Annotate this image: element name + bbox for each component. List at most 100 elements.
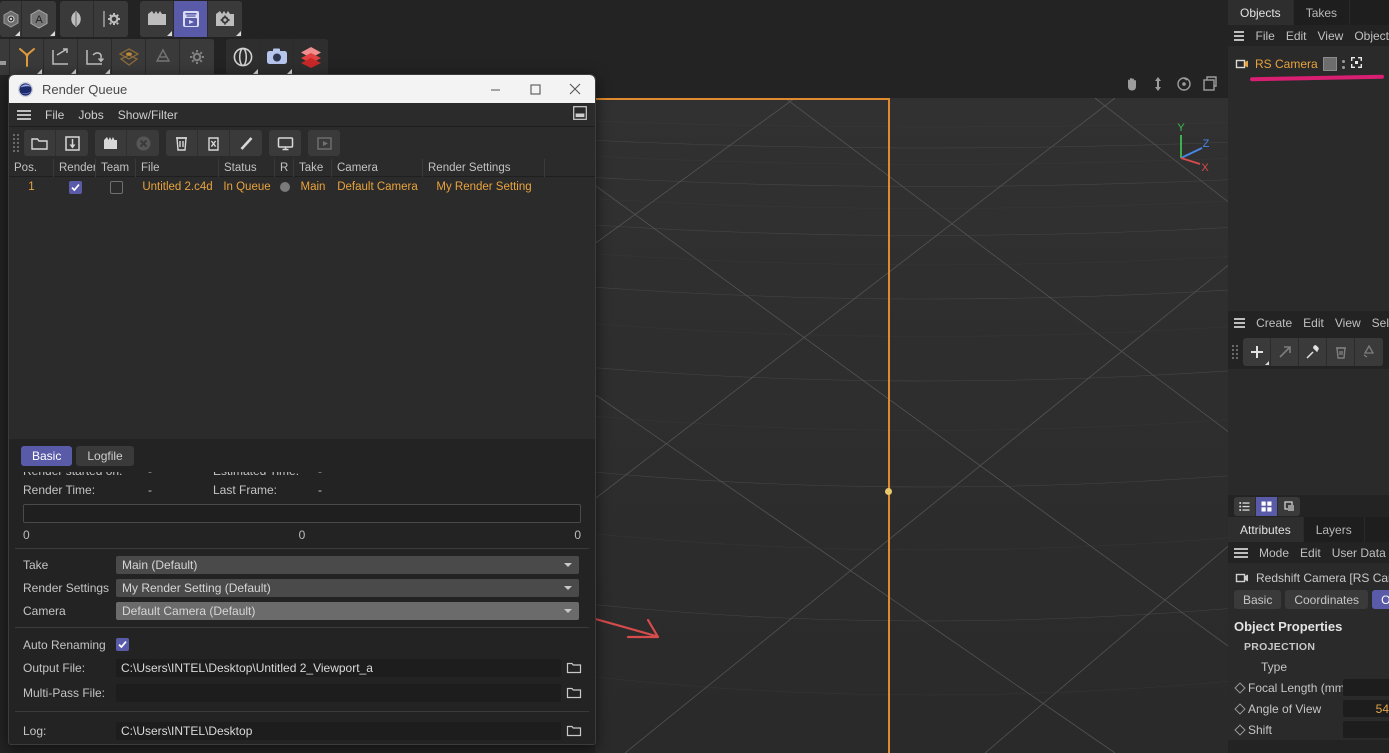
- dock-panel-icon[interactable]: [573, 106, 587, 123]
- camera-dropdown[interactable]: Default Camera (Default): [116, 601, 579, 620]
- apply-arrow-icon[interactable]: [1271, 338, 1299, 366]
- add-material-icon[interactable]: [1243, 338, 1271, 366]
- attr-tab-object[interactable]: Obj: [1372, 590, 1389, 609]
- output-file-browse-folder-icon[interactable]: [565, 659, 583, 677]
- menu-item-user-data[interactable]: User Data: [1332, 546, 1386, 560]
- column-header-pos[interactable]: Pos.: [9, 159, 54, 177]
- menu-item-edit[interactable]: Edit: [1300, 546, 1321, 560]
- axis-icon[interactable]: [10, 39, 44, 75]
- auto-renaming-checkbox[interactable]: [116, 638, 129, 651]
- card-view-icon[interactable]: [1278, 497, 1300, 516]
- menu-item-show-filter[interactable]: Show/Filter: [118, 108, 178, 122]
- redshift-icon[interactable]: [294, 39, 328, 75]
- menu-item-edit[interactable]: Edit: [1303, 316, 1324, 330]
- output-file-input[interactable]: C:\Users\INTEL\Desktop\Untitled 2_Viewpo…: [116, 658, 561, 677]
- property-value-angle-of-view[interactable]: 54.4: [1343, 700, 1389, 717]
- column-header-status[interactable]: Status: [219, 159, 275, 177]
- rotate-camera-icon[interactable]: [1176, 76, 1192, 95]
- play-preview-icon[interactable]: [308, 130, 340, 156]
- grid-view-icon[interactable]: [1256, 496, 1278, 516]
- viewport-canvas[interactable]: Y Z X: [595, 98, 1228, 753]
- hand-icon[interactable]: [1124, 76, 1140, 95]
- team-checkbox[interactable]: [109, 180, 123, 194]
- list-view-icon[interactable]: [1234, 496, 1256, 516]
- minimize-button[interactable]: [475, 75, 515, 103]
- hamburger-icon[interactable]: [17, 108, 31, 122]
- tab-attributes[interactable]: Attributes: [1228, 517, 1304, 542]
- cell-team-checkbox[interactable]: [96, 177, 136, 197]
- column-header-r[interactable]: R: [275, 159, 294, 177]
- viewport-camera-origin-handle[interactable]: [885, 488, 892, 495]
- hamburger-icon[interactable]: [1234, 546, 1248, 560]
- column-header-render[interactable]: Render: [54, 159, 96, 177]
- hamburger-icon[interactable]: [1234, 29, 1245, 43]
- workplane-icon[interactable]: [112, 39, 146, 75]
- render-checkbox[interactable]: [68, 180, 82, 194]
- tab-logfile[interactable]: Logfile: [76, 446, 134, 466]
- cancel-job-icon[interactable]: [127, 130, 159, 156]
- delete-icon[interactable]: [166, 130, 198, 156]
- live-selection-icon[interactable]: [0, 1, 22, 37]
- menu-item-view[interactable]: View: [1335, 316, 1361, 330]
- download-icon[interactable]: [56, 130, 88, 156]
- delete-icon[interactable]: [1327, 338, 1355, 366]
- menu-item-create[interactable]: Create: [1256, 316, 1292, 330]
- hamburger-icon[interactable]: [1234, 316, 1246, 330]
- object-visibility-dots[interactable]: [1341, 59, 1345, 69]
- property-value-shift[interactable]: 0: [1343, 721, 1389, 738]
- render-queue-icon[interactable]: [174, 1, 208, 37]
- materials-area[interactable]: [1228, 369, 1389, 495]
- object-expand-icon[interactable]: [1350, 56, 1363, 72]
- move-tool-icon[interactable]: [0, 39, 10, 75]
- column-header-spare[interactable]: [545, 159, 595, 177]
- menu-item-jobs[interactable]: Jobs: [78, 108, 103, 122]
- cell-render-checkbox[interactable]: [54, 177, 96, 197]
- eyedropper-icon[interactable]: [1299, 338, 1327, 366]
- column-header-file[interactable]: File: [136, 159, 219, 177]
- recycle-icon[interactable]: [1355, 338, 1383, 366]
- render-settings-dropdown[interactable]: My Render Setting (Default): [116, 578, 579, 597]
- move-vertical-icon[interactable]: [1150, 76, 1166, 95]
- viewport[interactable]: Y Z X: [595, 72, 1228, 753]
- tab-layers[interactable]: Layers: [1303, 517, 1365, 542]
- menu-item-mode[interactable]: Mode: [1259, 546, 1289, 560]
- tab-takes[interactable]: Takes: [1293, 0, 1351, 25]
- menu-item-select[interactable]: Sel: [1372, 316, 1389, 330]
- object-list-item-rs-camera[interactable]: RS Camera: [1228, 55, 1389, 73]
- multipass-file-input[interactable]: [116, 683, 561, 702]
- menu-item-object[interactable]: Object: [1354, 29, 1389, 43]
- camera-icon[interactable]: [260, 39, 294, 75]
- log-input[interactable]: C:\Users\INTEL\Desktop: [116, 721, 561, 740]
- maximize-button[interactable]: [515, 75, 555, 103]
- close-button[interactable]: [555, 75, 595, 103]
- rotate-icon[interactable]: [78, 39, 112, 75]
- render-view-icon[interactable]: [140, 1, 174, 37]
- toolbar-grip[interactable]: [1232, 339, 1240, 365]
- column-header-camera[interactable]: Camera: [332, 159, 423, 177]
- menu-item-view[interactable]: View: [1318, 29, 1344, 43]
- monitor-icon[interactable]: [269, 130, 301, 156]
- tab-objects[interactable]: Objects: [1228, 0, 1294, 25]
- sphere-icon[interactable]: [226, 39, 260, 75]
- menu-item-file[interactable]: File: [45, 108, 64, 122]
- property-value-focal-length[interactable]: 5: [1343, 679, 1389, 696]
- take-dropdown[interactable]: Main (Default): [116, 555, 579, 574]
- render-queue-window[interactable]: Render Queue File Jobs Show/Filter Pos. …: [8, 74, 596, 745]
- column-header-team[interactable]: Team: [96, 159, 136, 177]
- column-header-render-settings[interactable]: Render Settings: [423, 159, 545, 177]
- gear-icon[interactable]: [180, 39, 214, 75]
- scale-out-icon[interactable]: [44, 39, 78, 75]
- edit-pencil-icon[interactable]: [230, 130, 262, 156]
- keyframe-diamond-icon[interactable]: [1234, 723, 1246, 736]
- polygon-reduce-icon[interactable]: [146, 39, 180, 75]
- open-folder-icon[interactable]: [24, 130, 56, 156]
- render-queue-titlebar[interactable]: Render Queue: [9, 75, 595, 103]
- attr-tab-basic[interactable]: Basic: [1234, 590, 1282, 609]
- menu-item-file[interactable]: File: [1255, 29, 1274, 43]
- objects-tree[interactable]: RS Camera: [1228, 46, 1389, 311]
- app-logo-icon[interactable]: A: [22, 1, 56, 37]
- render-settings-icon[interactable]: [208, 1, 242, 37]
- frame-scene-icon[interactable]: [1202, 75, 1218, 95]
- toolbar-grip[interactable]: [13, 130, 21, 156]
- keyframe-diamond-icon[interactable]: [1234, 681, 1246, 694]
